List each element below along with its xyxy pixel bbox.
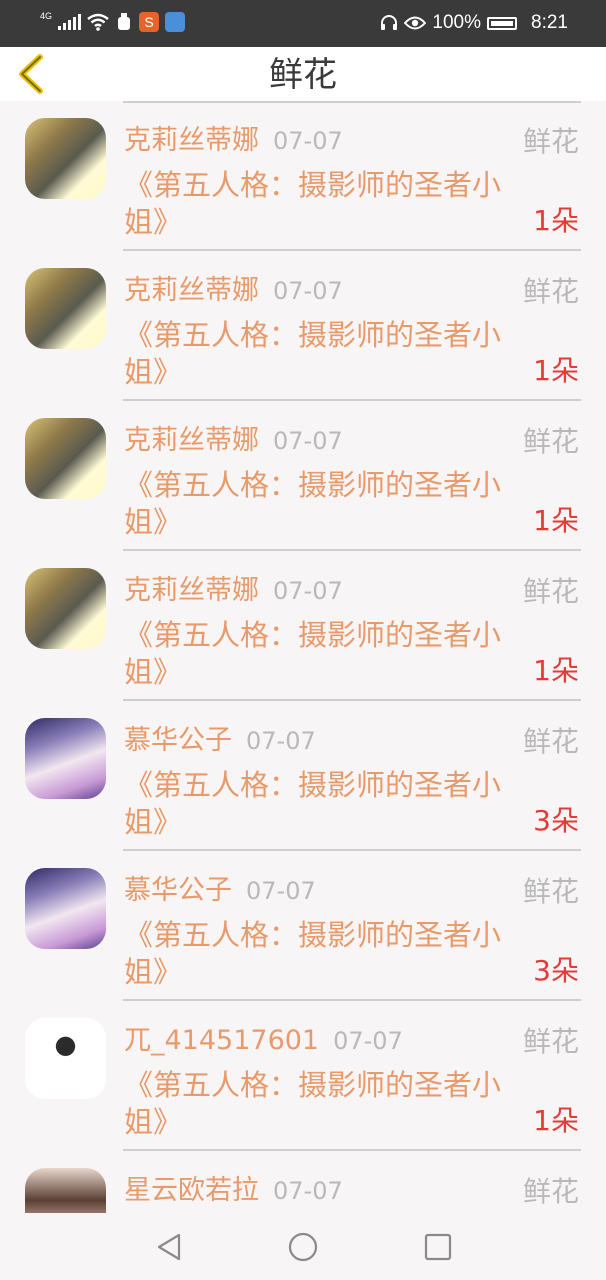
- list-item[interactable]: 兀_414517601 07-07 鲜花 《第五人格：摄影师的圣者小姐》 1朵: [0, 1001, 606, 1151]
- user-name[interactable]: 克莉丝蒂娜: [124, 275, 259, 306]
- user-name[interactable]: 克莉丝蒂娜: [124, 125, 259, 156]
- wifi-icon: [87, 13, 109, 31]
- avatar[interactable]: [25, 418, 106, 499]
- gift-type: 鲜花: [522, 875, 579, 908]
- page-title: 鲜花: [269, 55, 337, 95]
- signal-icon: [58, 14, 82, 30]
- list-item[interactable]: 克莉丝蒂娜 07-07 鲜花 《第五人格：摄影师的圣者小姐》 1朵: [0, 251, 606, 401]
- app-s-icon: S: [139, 12, 160, 32]
- app-browser-icon: [165, 12, 186, 32]
- system-nav-bar: [0, 1213, 606, 1280]
- date-label: 07-07: [273, 277, 343, 305]
- date-label: 07-07: [273, 127, 343, 155]
- date-label: 07-07: [246, 727, 316, 755]
- list-item[interactable]: 慕华公子 07-07 鲜花 《第五人格：摄影师的圣者小姐》 3朵: [0, 701, 606, 851]
- list-item[interactable]: 克莉丝蒂娜 07-07 鲜花 《第五人格：摄影师的圣者小姐》 1朵: [0, 551, 606, 701]
- list-item[interactable]: 克莉丝蒂娜 07-07 鲜花 《第五人格：摄影师的圣者小姐》 1朵: [0, 101, 606, 251]
- list-item[interactable]: 星云欧若拉 07-07 鲜花: [0, 1151, 606, 1213]
- date-label: 07-07: [273, 427, 343, 455]
- avatar[interactable]: [25, 1168, 106, 1213]
- gift-type: 鲜花: [522, 125, 579, 158]
- book-title[interactable]: 《第五人格：摄影师的圣者小姐》: [124, 167, 504, 241]
- avatar[interactable]: [25, 118, 106, 199]
- book-title[interactable]: 《第五人格：摄影师的圣者小姐》: [124, 617, 504, 691]
- avatar[interactable]: [25, 718, 106, 799]
- avatar[interactable]: [25, 268, 106, 349]
- list-item[interactable]: 克莉丝蒂娜 07-07 鲜花 《第五人格：摄影师的圣者小姐》 1朵: [0, 401, 606, 551]
- gift-type: 鲜花: [522, 1175, 579, 1208]
- book-title[interactable]: 《第五人格：摄影师的圣者小姐》: [124, 317, 504, 391]
- avatar[interactable]: [25, 568, 106, 649]
- user-name[interactable]: 克莉丝蒂娜: [124, 575, 259, 606]
- gift-count: 1朵: [533, 1104, 579, 1137]
- user-name[interactable]: 克莉丝蒂娜: [124, 425, 259, 456]
- user-name[interactable]: 慕华公子: [124, 725, 232, 756]
- gift-count: 1朵: [533, 204, 579, 237]
- app-header: 鲜花: [0, 47, 606, 101]
- avatar[interactable]: [25, 1018, 106, 1099]
- book-title[interactable]: 《第五人格：摄影师的圣者小姐》: [124, 767, 504, 841]
- gift-count: 1朵: [533, 654, 579, 687]
- gift-count: 3朵: [533, 804, 579, 837]
- book-title[interactable]: 《第五人格：摄影师的圣者小姐》: [124, 467, 504, 541]
- headphone-icon: [381, 15, 398, 30]
- nav-back-triangle-icon[interactable]: [153, 1231, 185, 1263]
- gift-type: 鲜花: [522, 1025, 579, 1058]
- network-type: 4G: [40, 11, 53, 21]
- gift-type: 鲜花: [522, 575, 579, 608]
- battery-icon: [487, 16, 518, 30]
- date-label: 07-07: [333, 1027, 403, 1055]
- date-label: 07-07: [246, 877, 316, 905]
- book-title[interactable]: 《第五人格：摄影师的圣者小姐》: [124, 917, 504, 991]
- user-name[interactable]: 星云欧若拉: [124, 1175, 259, 1206]
- nav-recent-square-icon[interactable]: [422, 1231, 454, 1263]
- battery-percent: 100%: [432, 12, 482, 33]
- date-label: 07-07: [273, 1177, 343, 1205]
- status-bar: 4G S 100% 8:21: [0, 0, 606, 47]
- usb-icon: [118, 13, 131, 30]
- nav-home-circle-icon[interactable]: [287, 1231, 319, 1263]
- book-title[interactable]: 《第五人格：摄影师的圣者小姐》: [124, 1067, 504, 1141]
- date-label: 07-07: [273, 577, 343, 605]
- eye-icon: [404, 16, 427, 30]
- flower-record-list[interactable]: 克莉丝蒂娜 07-07 鲜花 《第五人格：摄影师的圣者小姐》 1朵 克莉丝蒂娜 07…: [0, 101, 606, 1213]
- user-name[interactable]: 慕华公子: [124, 875, 232, 906]
- clock: 8:21: [531, 12, 568, 33]
- gift-type: 鲜花: [522, 425, 579, 458]
- user-name[interactable]: 兀_414517601: [124, 1025, 319, 1056]
- gift-type: 鲜花: [522, 275, 579, 308]
- gift-type: 鲜花: [522, 725, 579, 758]
- list-item[interactable]: 慕华公子 07-07 鲜花 《第五人格：摄影师的圣者小姐》 3朵: [0, 851, 606, 1001]
- gift-count: 1朵: [533, 354, 579, 387]
- gift-count: 1朵: [533, 504, 579, 537]
- gift-count: 3朵: [533, 954, 579, 987]
- avatar[interactable]: [25, 868, 106, 949]
